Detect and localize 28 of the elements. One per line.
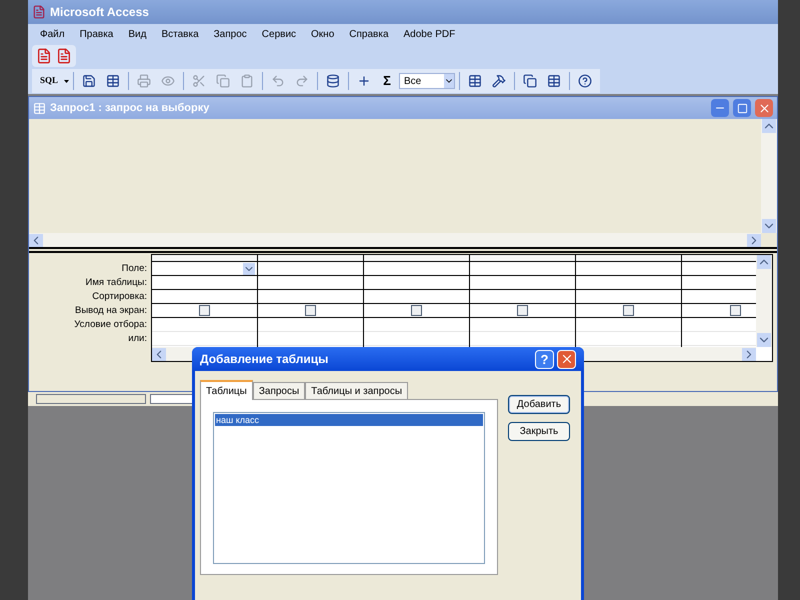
menu-item[interactable]: Сервис <box>262 26 296 42</box>
menu-item[interactable]: Правка <box>80 26 114 42</box>
row-label: Сортировка: <box>91 290 147 304</box>
menu-item[interactable]: Вид <box>128 26 146 42</box>
totals-button[interactable]: Σ <box>377 71 398 91</box>
dialog-title: Добавление таблицы <box>200 351 328 368</box>
menu-item[interactable]: Вставка <box>161 26 199 42</box>
menu-item[interactable]: Adobe PDF <box>404 26 456 42</box>
menu-item[interactable]: Окно <box>311 26 334 42</box>
table-list-item[interactable]: наш класс <box>215 414 483 426</box>
menu-item[interactable]: Запрос <box>214 26 247 42</box>
row-label: или: <box>127 332 147 346</box>
row-label: Вывод на экран: <box>74 304 147 318</box>
row-label: Поле: <box>120 262 147 276</box>
row-label: Имя таблицы: <box>84 276 147 290</box>
dialog-tab[interactable]: Запросы <box>252 382 306 399</box>
help-button[interactable]: ? <box>535 350 554 368</box>
menu-item[interactable]: Файл <box>40 26 65 42</box>
dialog-tab[interactable]: Таблицы <box>200 380 253 400</box>
query-title: Запрос1 : запрос на выборку <box>50 100 210 116</box>
top-values-dropdown[interactable]: Все <box>399 73 456 89</box>
sql-view-button[interactable]: SQL <box>36 74 62 88</box>
dialog-button[interactable]: Добавить <box>508 395 570 414</box>
dialog-button[interactable]: Закрыть <box>508 422 570 441</box>
dialog-tab[interactable]: Таблицы и запросы <box>305 382 408 399</box>
row-label: Условие отбора: <box>73 318 147 332</box>
window-title: Microsoft Access <box>50 4 149 21</box>
menu-item[interactable]: Справка <box>349 26 389 42</box>
